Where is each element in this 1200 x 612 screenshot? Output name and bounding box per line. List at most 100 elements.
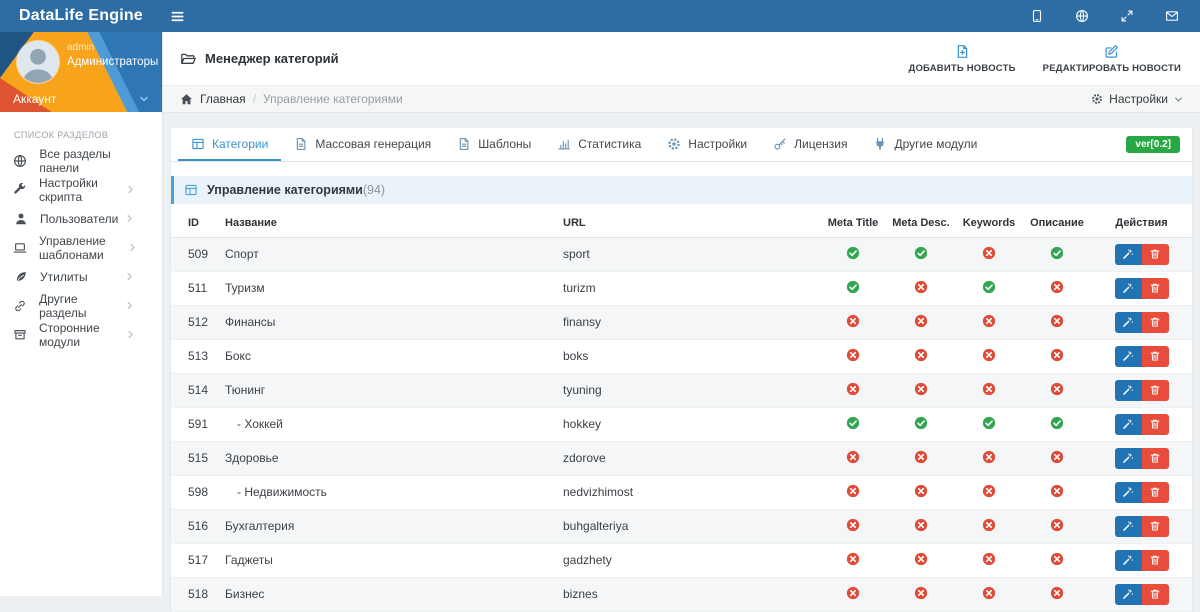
actions-cell	[1091, 509, 1192, 544]
gear-icon	[1091, 93, 1103, 105]
tab-settings[interactable]: Настройки	[654, 128, 760, 161]
sidebar-item-script-settings[interactable]: Настройки скрипта	[0, 175, 162, 204]
sidebar-item-utilities[interactable]: Утилиты	[0, 262, 162, 291]
expand-icon[interactable]	[1120, 9, 1134, 23]
globe-icon[interactable]	[1075, 9, 1089, 23]
category-id: 517	[171, 543, 225, 578]
tab-statistics[interactable]: Статистика	[544, 128, 654, 161]
status-no-icon	[846, 586, 860, 600]
category-name: Бухгалтерия	[225, 509, 563, 544]
status-no-icon	[1050, 348, 1064, 362]
sidebar-item-templates[interactable]: Управление шаблонами	[0, 233, 162, 262]
status-no-icon	[914, 586, 928, 600]
column-header: URL	[563, 210, 819, 238]
delete-category-button[interactable]	[1141, 379, 1169, 401]
tab-categories[interactable]: Категории	[178, 128, 282, 161]
account-dropdown[interactable]: Аккаунт	[0, 85, 162, 112]
edit-category-button[interactable]	[1114, 345, 1142, 367]
status-no-icon	[914, 552, 928, 566]
edit-category-button[interactable]	[1114, 447, 1142, 469]
delete-category-button[interactable]	[1141, 243, 1169, 265]
sidebar-item-other-sections[interactable]: Другие разделы	[0, 291, 162, 320]
leaf-icon	[13, 270, 28, 284]
delete-category-button[interactable]	[1141, 277, 1169, 299]
link-icon	[13, 299, 27, 313]
status-no-icon	[846, 348, 860, 362]
wand-icon	[1122, 486, 1134, 498]
tab-other-modules[interactable]: Другие модули	[860, 128, 990, 161]
tab-label: Другие модули	[894, 136, 978, 151]
wrench-icon	[13, 182, 27, 197]
file-icon	[294, 137, 308, 151]
delete-category-button[interactable]	[1141, 515, 1169, 537]
delete-category-button[interactable]	[1141, 447, 1169, 469]
edit-category-button[interactable]	[1114, 243, 1142, 265]
tab-label: Массовая генерация	[315, 136, 432, 151]
tab-mass-generation[interactable]: Массовая генерация	[281, 128, 444, 161]
avatar	[17, 41, 59, 83]
menu-toggle-icon[interactable]	[170, 9, 185, 24]
sidebar-nav: Все разделы панели Настройки скрипта Польз…	[0, 146, 162, 349]
edit-category-button[interactable]	[1114, 549, 1142, 571]
globe-icon	[13, 154, 27, 168]
edit-category-button[interactable]	[1114, 277, 1142, 299]
category-name: Бизнес	[225, 577, 563, 612]
status-cell-meta_title	[819, 373, 887, 408]
category-name: - Хоккей	[225, 407, 563, 442]
status-no-icon	[982, 484, 996, 498]
edit-square-icon	[1104, 44, 1119, 59]
table-row: 515 Здоровье zdorove	[171, 441, 1192, 476]
mobile-icon[interactable]	[1030, 9, 1044, 23]
status-cell-keywords	[955, 305, 1023, 340]
wand-icon	[1122, 316, 1134, 328]
sidebar-item-third-party-modules[interactable]: Сторонние модули	[0, 320, 162, 349]
version-badge: ver[0.2]	[1126, 136, 1180, 153]
edit-category-button[interactable]	[1114, 583, 1142, 605]
category-id: 511	[171, 271, 225, 306]
table-icon	[191, 137, 205, 151]
edit-category-button[interactable]	[1114, 515, 1142, 537]
status-no-icon	[1050, 382, 1064, 396]
table-row: 591- Хоккей hokkey	[171, 407, 1192, 442]
status-cell-meta_desc	[887, 577, 955, 612]
status-no-icon	[1050, 280, 1064, 294]
actions-cell	[1091, 475, 1192, 510]
edit-category-button[interactable]	[1114, 311, 1142, 333]
chevron-right-icon	[125, 330, 137, 339]
edit-news-button[interactable]: РЕДАКТИРОВАТЬ НОВОСТИ	[1043, 44, 1181, 74]
page-header: Менеджер категорий ДОБАВИТЬ НОВОСТЬ РЕДАК…	[163, 32, 1200, 85]
tab-label: Статистика	[578, 136, 642, 151]
app-logo[interactable]: DataLife Engine	[0, 7, 163, 25]
status-no-icon	[914, 382, 928, 396]
delete-category-button[interactable]	[1141, 345, 1169, 367]
status-cell-meta_desc	[887, 475, 955, 510]
tab-templates[interactable]: Шаблоны	[444, 128, 544, 161]
delete-category-button[interactable]	[1141, 311, 1169, 333]
user-role: Администраторы	[67, 56, 159, 68]
file-add-icon	[955, 44, 970, 59]
sidebar-item-all-sections[interactable]: Все разделы панели	[0, 146, 162, 175]
status-cell-meta_title	[819, 577, 887, 612]
delete-category-button[interactable]	[1141, 481, 1169, 503]
delete-category-button[interactable]	[1141, 583, 1169, 605]
table-row: 598- Недвижимость nedvizhimost	[171, 475, 1192, 510]
settings-dropdown[interactable]: Настройки	[1091, 92, 1183, 106]
status-cell-keywords	[955, 339, 1023, 374]
trash-icon	[1149, 486, 1161, 498]
edit-category-button[interactable]	[1114, 379, 1142, 401]
delete-category-button[interactable]	[1141, 413, 1169, 435]
column-header: Meta Title	[819, 210, 887, 238]
add-news-button[interactable]: ДОБАВИТЬ НОВОСТЬ	[908, 44, 1015, 74]
user-profile[interactable]: admin Администраторы Аккаунт	[0, 32, 162, 112]
mail-icon[interactable]	[1165, 9, 1179, 23]
trash-icon	[1149, 248, 1161, 260]
edit-category-button[interactable]	[1114, 481, 1142, 503]
status-cell-meta_title	[819, 271, 887, 306]
tab-bar: Категории Массовая генерация Шаблоны Статис…	[171, 128, 1192, 162]
tab-license[interactable]: Лицензия	[760, 128, 860, 161]
delete-category-button[interactable]	[1141, 549, 1169, 571]
category-id: 509	[171, 237, 225, 272]
breadcrumb-home-link[interactable]: Главная	[180, 92, 246, 106]
sidebar-item-users[interactable]: Пользователи	[0, 204, 162, 233]
edit-category-button[interactable]	[1114, 413, 1142, 435]
